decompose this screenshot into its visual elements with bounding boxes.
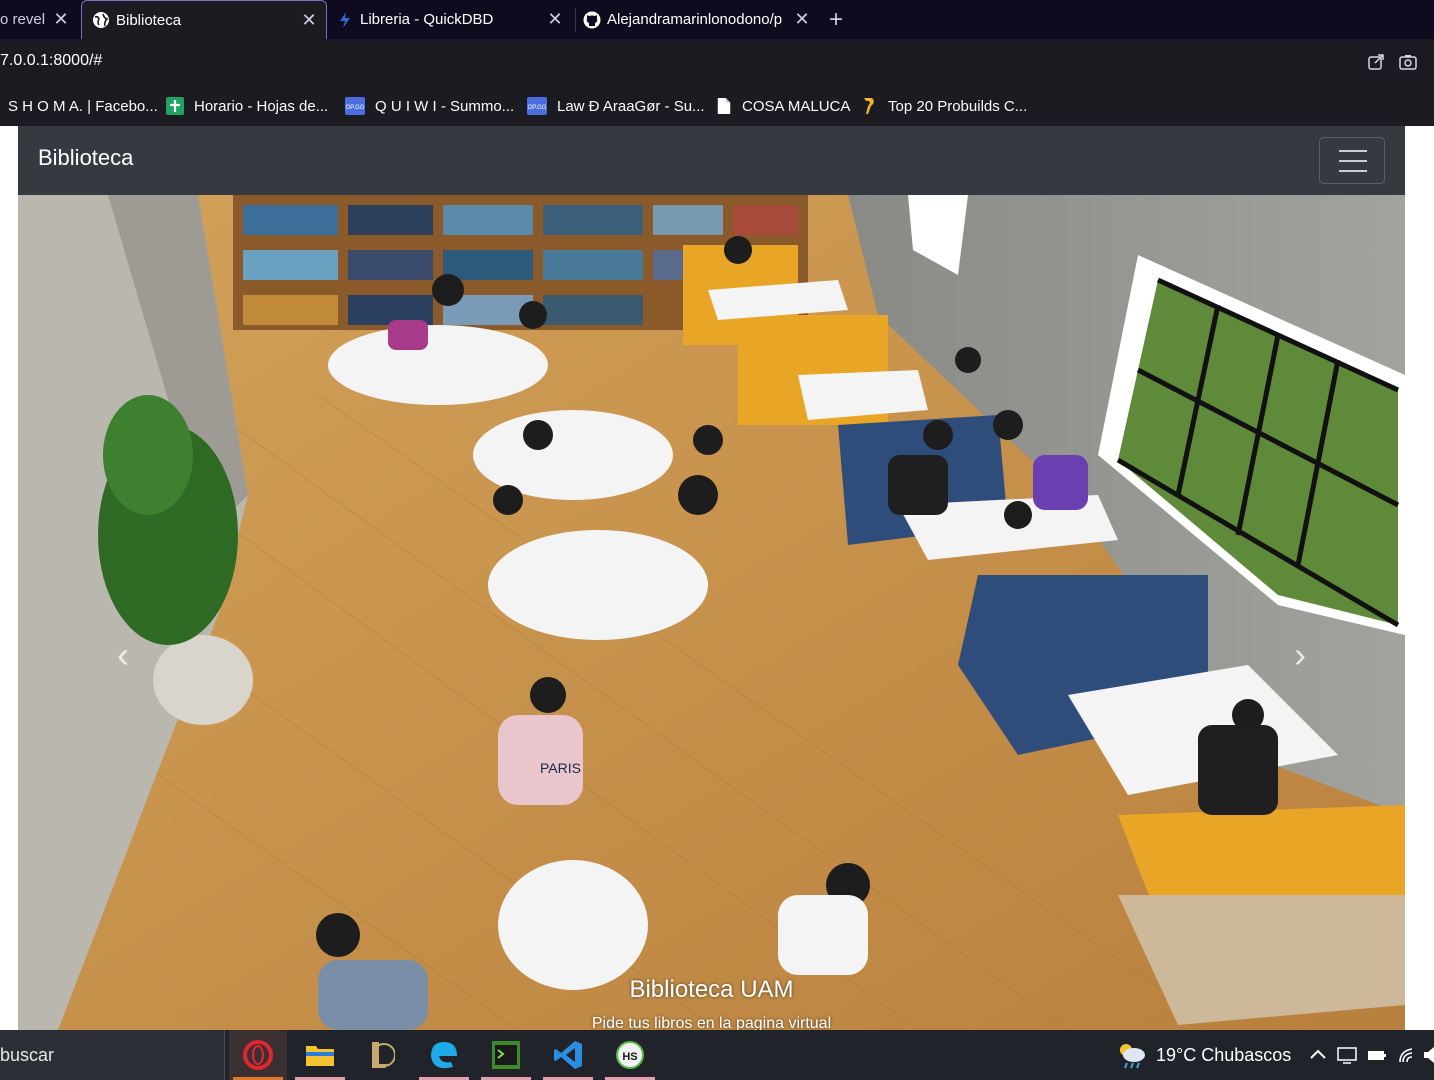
weather-text[interactable]: 19°C Chubascos xyxy=(1156,1045,1291,1066)
close-tab-icon[interactable]: ✕ xyxy=(52,10,70,28)
carousel-prev-button[interactable]: ‹ xyxy=(103,635,143,675)
wifi-icon[interactable] xyxy=(1398,1045,1418,1065)
close-tab-icon[interactable]: ✕ xyxy=(546,10,564,28)
bookmark-label: Law Ð AraaGør - Su... xyxy=(557,97,705,115)
weather-rain-icon[interactable] xyxy=(1115,1040,1147,1070)
sheets-icon xyxy=(166,97,184,115)
screenshot-icon[interactable] xyxy=(1399,53,1417,71)
tab-title: Libreria - QuickDBD xyxy=(360,11,494,28)
navbar-brand[interactable]: Biblioteca xyxy=(38,145,133,171)
globe-icon xyxy=(93,12,109,28)
chevron-up-icon[interactable] xyxy=(1308,1045,1328,1065)
taskbar-app-hs[interactable]: HS xyxy=(601,1030,659,1080)
navbar: Biblioteca xyxy=(18,126,1405,195)
vscode-icon xyxy=(554,1041,582,1069)
bookmarks-bar: S H O M A. | Facebo... Horario - Hojas d… xyxy=(0,86,1434,126)
bookmark-probuilds[interactable]: Top 20 Probuilds C... xyxy=(860,95,1027,117)
tab-bar: o revel ✕ Biblioteca ✕ Libreria - QuickD… xyxy=(0,0,1434,39)
taskbar-app-league-of-legends[interactable] xyxy=(353,1030,411,1080)
page-viewport: Biblioteca PARIS ‹ › Biblioteca UAM Pide… xyxy=(0,126,1434,1030)
close-tab-icon[interactable]: ✕ xyxy=(793,10,811,28)
tab-title: Alejandramarinlonodono/p xyxy=(607,11,783,28)
bookmark-shoma[interactable]: S H O M A. | Facebo... xyxy=(8,95,158,117)
library-photo: PARIS xyxy=(18,195,1405,1030)
taskbar-search[interactable]: buscar xyxy=(0,1030,225,1080)
folder-icon xyxy=(306,1046,334,1066)
bookmark-label: Q U I W I - Summo... xyxy=(375,97,515,115)
taskbar: buscar HS 19°C Chubascos xyxy=(0,1030,1434,1080)
bookmark-quiwi[interactable]: OP.GG Q U I W I - Summo... xyxy=(345,95,514,117)
tab-title: Biblioteca xyxy=(116,11,182,29)
taskbar-app-edge[interactable] xyxy=(415,1030,473,1080)
opera-icon xyxy=(243,1040,273,1070)
display-icon[interactable] xyxy=(1337,1045,1357,1065)
search-input[interactable]: buscar xyxy=(0,1045,54,1066)
carousel-caption-text: Pide tus libros en la pagina virtual xyxy=(591,1015,832,1030)
volume-icon[interactable] xyxy=(1424,1045,1434,1065)
tab-previous[interactable]: o revel ✕ xyxy=(0,0,80,39)
chevron-right-icon: › xyxy=(1294,634,1306,675)
carousel-caption-title: Biblioteca UAM xyxy=(629,976,794,1003)
share-icon[interactable] xyxy=(1367,53,1385,71)
tab-quickdbd[interactable]: Libreria - QuickDBD ✕ xyxy=(336,0,576,39)
chevron-left-icon: ‹ xyxy=(117,634,129,675)
url-bar: 7.0.0.1:8000/# xyxy=(0,39,1434,86)
taskbar-app-vs-code[interactable] xyxy=(539,1030,597,1080)
shirt-text: PARIS xyxy=(540,760,581,776)
github-icon xyxy=(583,11,601,28)
bookmark-law[interactable]: OP.GG Law Ð AraaGør - Su... xyxy=(527,95,705,117)
svg-text:OP.GG: OP.GG xyxy=(528,105,547,111)
carousel: PARIS ‹ › Biblioteca UAM Pide tus libros… xyxy=(18,195,1405,1030)
svg-text:OP.GG: OP.GG xyxy=(346,105,365,111)
battery-icon[interactable] xyxy=(1367,1045,1387,1065)
op-gg-icon: OP.GG xyxy=(345,97,365,115)
quickdbd-icon xyxy=(340,11,350,28)
plus-icon: + xyxy=(829,5,844,33)
hamburger-icon xyxy=(1339,150,1367,152)
document-icon xyxy=(717,98,731,114)
navbar-toggler-button[interactable] xyxy=(1319,137,1385,184)
close-tab-icon[interactable]: ✕ xyxy=(300,11,318,29)
league-icon xyxy=(372,1042,395,1068)
address-input[interactable]: 7.0.0.1:8000/# xyxy=(0,52,102,70)
taskbar-app-file-explorer[interactable] xyxy=(291,1030,349,1080)
svg-text:HS: HS xyxy=(622,1051,637,1063)
bookmark-label: COSA MALUCA xyxy=(742,97,851,115)
terminal-icon xyxy=(492,1041,520,1069)
tab-biblioteca[interactable]: Biblioteca ✕ xyxy=(81,0,327,39)
carousel-next-button[interactable]: › xyxy=(1280,635,1320,675)
bookmark-horario[interactable]: Horario - Hojas de... xyxy=(166,95,328,117)
taskbar-app-terminal[interactable] xyxy=(477,1030,535,1080)
bookmark-label: Top 20 Probuilds C... xyxy=(888,97,1028,115)
op-gg-icon: OP.GG xyxy=(527,97,547,115)
tab-github[interactable]: Alejandramarinlonodono/p ✕ xyxy=(583,0,815,39)
hs-icon: HS xyxy=(616,1041,644,1069)
bookmark-label: S H O M A. | Facebo... xyxy=(8,97,158,115)
tab-title: o revel xyxy=(0,11,46,28)
probuilds-icon xyxy=(864,98,874,114)
taskbar-app-opera[interactable] xyxy=(229,1030,287,1080)
edge-icon xyxy=(431,1042,457,1069)
new-tab-button[interactable]: + xyxy=(829,0,853,39)
bookmark-cosa-maluca[interactable]: COSA MALUCA xyxy=(716,95,850,117)
bookmark-label: Horario - Hojas de... xyxy=(194,97,329,115)
